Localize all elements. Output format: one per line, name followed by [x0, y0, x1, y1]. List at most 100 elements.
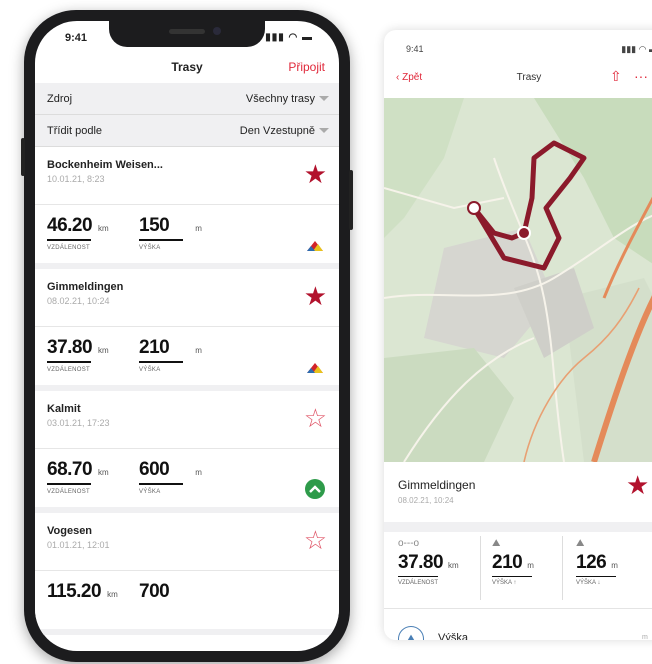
phone-frame: 9:41 ▮▮▮ ◠ ▬ Trasy Připojit Zdroj Všechn…	[21, 10, 353, 662]
elevation-down-value: 126	[576, 552, 607, 573]
route-name: Kalmit	[47, 403, 81, 415]
chevron-down-icon	[319, 96, 329, 101]
elevation-label: VÝŠKA	[139, 367, 161, 373]
route-date: 08.02.21, 10:24	[398, 496, 454, 505]
stat-underline	[47, 361, 91, 363]
back-label: Zpět	[402, 72, 423, 83]
back-button[interactable]: ‹ Zpět	[396, 72, 422, 83]
star-filled-icon[interactable]: ★	[304, 161, 327, 187]
route-date: 08.02.21, 10:24	[47, 296, 110, 306]
cycling-activity-icon	[307, 241, 323, 251]
mountain-icon: ⛰	[398, 626, 424, 640]
route-item[interactable]: Kalmit 03.01.21, 17:23 ☆	[35, 391, 339, 449]
stat-underline	[139, 361, 183, 363]
route-name: Gimmeldingen	[47, 281, 124, 293]
filter-source[interactable]: Zdroj Všechny trasy	[35, 83, 339, 115]
distance-stat: 68.70 km VZDÁLENOST	[47, 459, 109, 495]
distance-label: VZDÁLENOST	[47, 367, 91, 373]
status-time: 9:41	[406, 44, 424, 54]
stat-underline	[139, 483, 183, 485]
distance-label: VZDÁLENOST	[47, 489, 91, 495]
status-bar: 9:41 ▮▮▮ ◠ ▬	[384, 30, 652, 60]
elevation-stat: 150 m VÝŠKA	[139, 215, 202, 251]
distance-stat: 37.80 km VZDÁLENOST	[47, 337, 109, 373]
distance-value: 68.70	[47, 459, 93, 480]
filter-label: Zdroj	[47, 92, 73, 105]
elevation-stat: 700	[139, 581, 170, 603]
distance-stat: o---o 37.80 km VZDÁLENOST	[398, 538, 459, 586]
distance-value: 37.80	[47, 337, 93, 358]
star-outline-icon[interactable]: ☆	[304, 527, 327, 553]
route-item[interactable]: Bockenheim Weisen... 10.01.21, 8:23 ★	[35, 147, 339, 205]
route-name: Vogesen	[47, 525, 93, 537]
route-stats[interactable]: 68.70 km VZDÁLENOST 600 m VÝŠKA	[35, 449, 339, 513]
cycling-activity-icon	[307, 363, 323, 373]
distance-unit: km	[98, 224, 109, 233]
elevation-up-label: VÝŠKA ↑	[492, 580, 517, 586]
elevation-up-value: 210	[492, 552, 523, 573]
elevation-label: VÝŠKA	[139, 489, 161, 495]
route-item[interactable]: Gimmeldingen 08.02.21, 10:24 ★	[35, 269, 339, 327]
share-icon[interactable]: ⇧	[610, 68, 622, 85]
elevation-value: 210	[139, 337, 170, 358]
elevation-stat: 600 m VÝŠKA	[139, 459, 202, 495]
divider	[384, 608, 652, 609]
route-stats[interactable]: 37.80 km VZDÁLENOST 210 m VÝŠKA	[35, 327, 339, 391]
distance-icon: o---o	[398, 538, 420, 549]
hiking-activity-icon	[305, 479, 325, 499]
star-filled-icon[interactable]: ★	[304, 283, 327, 309]
distance-value: 46.20	[47, 215, 93, 236]
divider	[480, 536, 481, 600]
elevation-unit: m	[195, 468, 202, 477]
elevation-stat: 210 m VÝŠKA	[139, 337, 202, 373]
route-map[interactable]	[384, 98, 652, 462]
distance-unit: km	[107, 590, 118, 599]
elevation-unit: m	[195, 346, 202, 355]
elevation-down-unit: m	[611, 561, 618, 570]
distance-stat: 46.20 km VZDÁLENOST	[47, 215, 109, 251]
stat-underline	[398, 576, 438, 577]
route-date: 01.01.21, 12:01	[47, 540, 110, 550]
map-canvas	[384, 98, 652, 462]
distance-value: 37.80	[398, 552, 444, 573]
connect-button[interactable]: Připojit	[288, 60, 325, 74]
page-title: Trasy	[516, 72, 542, 83]
stat-underline	[47, 239, 91, 241]
distance-unit: km	[98, 346, 109, 355]
route-item[interactable]: Vogesen 01.01.21, 12:01 ☆	[35, 513, 339, 571]
elevation-up-stat: ⛰ 210 m VÝŠKA ↑	[492, 538, 534, 586]
divider	[562, 536, 563, 600]
more-icon[interactable]: ···	[634, 68, 648, 84]
elevation-label: VÝŠKA	[139, 245, 161, 251]
star-outline-icon[interactable]: ☆	[304, 405, 327, 431]
distance-unit: km	[98, 468, 109, 477]
divider	[384, 522, 652, 532]
filter-value: Všechny trasy	[245, 92, 315, 105]
speaker-grille	[169, 29, 205, 34]
elevation-row-label: Výška	[438, 632, 468, 640]
filter-value: Den Vzestupně	[239, 124, 315, 137]
stat-underline	[492, 576, 532, 577]
stat-underline	[576, 576, 616, 577]
mountain-icon: ⛰	[492, 538, 501, 549]
distance-label: VZDÁLENOST	[398, 580, 439, 586]
route-date: 10.01.21, 8:23	[47, 174, 105, 184]
route-date: 03.01.21, 17:23	[47, 418, 110, 428]
route-stats[interactable]: 115.20 km 700	[35, 571, 339, 635]
route-name: Bockenheim Weisen...	[47, 159, 163, 171]
mountain-icon: ⛰	[576, 538, 585, 549]
status-time: 9:41	[65, 32, 88, 44]
distance-value: 115.20	[47, 581, 102, 602]
chevron-down-icon	[319, 128, 329, 133]
route-detail-screen: 9:41 ▮▮▮ ◠ ▬ ‹ Zpět Trasy ⇧ ···	[384, 30, 652, 640]
distance-unit: km	[448, 561, 459, 570]
route-stats[interactable]: 46.20 km VZDÁLENOST 150 m VÝŠKA	[35, 205, 339, 269]
star-filled-icon[interactable]: ★	[626, 472, 649, 498]
elevation-unit: m	[195, 224, 202, 233]
status-icons: ▮▮▮ ◠ ▬	[621, 44, 652, 54]
elevation-row-unit: m	[642, 634, 648, 640]
distance-label: VZDÁLENOST	[47, 245, 91, 251]
filter-sort[interactable]: Třídit podle Den Vzestupně	[35, 115, 339, 147]
stat-underline	[47, 483, 91, 485]
filter-label: Třídit podle	[47, 124, 103, 137]
